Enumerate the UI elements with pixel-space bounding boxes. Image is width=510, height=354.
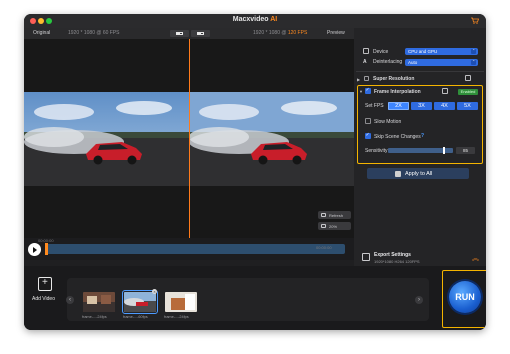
- preview-resolution-text: 1920 * 1080 @: [253, 30, 287, 36]
- play-button[interactable]: [28, 243, 41, 256]
- app-window: Macxvideo AI Original 1920 * 1080 @ 60 F…: [24, 14, 486, 330]
- video-thumbnails: ‹ frame-...-24fps × frame-...-60fps fram…: [66, 278, 429, 321]
- frame-interpolation-checkbox[interactable]: [365, 87, 371, 94]
- zoom-icon: [321, 224, 326, 228]
- cart-icon[interactable]: [471, 17, 479, 24]
- export-settings[interactable]: Export Settings 1920*1080 H264 120FPS ︽: [354, 250, 486, 266]
- export-settings-summary: 1920*1080 H264 120FPS: [374, 259, 420, 264]
- add-video-label: Add Video: [32, 296, 55, 302]
- thumbnail-image: [124, 292, 156, 312]
- video-thumbnail[interactable]: [165, 292, 197, 312]
- refresh-icon: [321, 213, 326, 217]
- apply-to-all-button[interactable]: Apply to All: [367, 168, 469, 179]
- sensitivity-slider-knob[interactable]: [443, 147, 446, 154]
- video-preview: Refresh 20%: [24, 39, 354, 252]
- preview-fps: 120 FPS: [287, 30, 308, 36]
- preview-header: Original 1920 * 1080 @ 60 FPS 1920 * 108…: [24, 28, 354, 39]
- super-resolution-label: Super Resolution: [373, 76, 415, 82]
- skip-scene-checkbox[interactable]: [365, 132, 371, 139]
- device-value: CPU and GPU: [408, 49, 438, 54]
- run-button[interactable]: RUN: [449, 281, 481, 313]
- preview-label: Preview: [327, 30, 345, 36]
- deinterlacing-label: Deinterlacing: [373, 59, 403, 65]
- timeline-track[interactable]: [45, 243, 345, 255]
- set-fps-label: Set FPS: [365, 103, 384, 109]
- add-video-button[interactable]: Add Video: [32, 277, 60, 309]
- original-label: Original: [33, 30, 51, 36]
- sensitivity-label: Sensitivity: [365, 148, 388, 154]
- chevron-down-icon: [471, 48, 476, 54]
- deinterlacing-icon: A: [363, 59, 367, 65]
- original-frame: [24, 92, 189, 186]
- zoom-label: 20%: [329, 224, 338, 229]
- end-time: 00:00:00: [316, 245, 332, 250]
- compare-divider-handle[interactable]: [189, 39, 190, 252]
- slow-motion-checkbox[interactable]: [365, 118, 371, 124]
- frame-interpolation-section: ▼ Frame Interpolation Enabled Set FPS 2X…: [357, 85, 483, 164]
- preview-resolution: 1920 * 1080 @ 120 FPS: [253, 30, 307, 36]
- app-title-accent: AI: [270, 16, 278, 23]
- apply-to-all-label: Apply to All: [405, 170, 433, 177]
- refresh-button[interactable]: Refresh: [318, 211, 351, 219]
- title-bar: Macxvideo AI: [24, 14, 486, 28]
- deinterlacing-value: Auto: [408, 60, 418, 65]
- thumbnail-label: frame-...-24fps: [164, 315, 189, 319]
- thumbnail-label: frame-...-24fps: [82, 315, 107, 319]
- fps-3x-button[interactable]: 3X: [411, 102, 432, 110]
- side-view-icon: [197, 32, 204, 35]
- thumbnail-image: [165, 292, 197, 312]
- copy-icon[interactable]: [442, 88, 448, 94]
- fps-4x-button[interactable]: 4X: [434, 102, 455, 110]
- video-frame-image: [24, 92, 189, 186]
- playhead-handle[interactable]: [45, 243, 48, 255]
- chevron-down-icon: [471, 59, 476, 65]
- chevron-up-icon[interactable]: ︽: [472, 253, 479, 263]
- expand-arrow-icon[interactable]: ▶: [357, 77, 360, 82]
- enabled-badge: Enabled: [458, 89, 478, 95]
- run-section: RUN: [442, 270, 486, 328]
- refresh-label: Refresh: [329, 213, 344, 218]
- original-resolution: 1920 * 1080 @ 60 FPS: [68, 30, 120, 36]
- zoom-button[interactable]: 20%: [318, 222, 351, 230]
- divider: [356, 71, 484, 72]
- app-title: Macxvideo AI: [24, 16, 486, 23]
- settings-panel: Device CPU and GPU A Deinterlacing Auto …: [354, 28, 486, 266]
- scroll-right-button[interactable]: ›: [415, 296, 423, 304]
- deinterlacing-select[interactable]: Auto: [405, 59, 478, 66]
- skip-scene-label: Skip Scene Changes: [374, 134, 421, 140]
- frame-interpolation-label: Frame Interpolation: [374, 89, 421, 95]
- add-video-icon: [38, 277, 52, 291]
- collapse-arrow-icon[interactable]: ▼: [359, 89, 363, 94]
- video-list-bar: Add Video ‹ frame-...-24fps × frame-...-…: [24, 266, 486, 330]
- fps-5x-button[interactable]: 5X: [457, 102, 478, 110]
- sensitivity-slider[interactable]: [388, 147, 453, 154]
- export-settings-title: Export Settings: [374, 252, 411, 258]
- remove-video-button[interactable]: ×: [152, 289, 157, 294]
- slow-motion-label: Slow Motion: [374, 119, 402, 125]
- apply-icon: [395, 170, 401, 177]
- device-icon: [363, 48, 369, 54]
- thumbnail-label: frame-...-60fps: [123, 315, 148, 319]
- video-frame-image: [189, 92, 354, 186]
- super-resolution-edit-icon[interactable]: [465, 75, 471, 81]
- split-view-icon: [176, 32, 183, 35]
- timeline: 00:00:00 00:00:00: [24, 238, 354, 260]
- sensitivity-value[interactable]: 85: [456, 147, 475, 154]
- interpolated-frame: [189, 92, 354, 186]
- scroll-left-button[interactable]: ‹: [66, 296, 74, 304]
- help-icon[interactable]: ?: [421, 133, 424, 139]
- split-view-button[interactable]: [170, 30, 189, 37]
- video-thumbnail-selected[interactable]: [122, 290, 158, 314]
- app-title-text: Macxvideo: [232, 16, 269, 23]
- thumbnail-image: [83, 292, 115, 312]
- side-view-button[interactable]: [191, 30, 210, 37]
- super-resolution-checkbox[interactable]: [364, 76, 369, 81]
- device-label: Device: [373, 49, 389, 55]
- view-mode-toggle: [170, 30, 210, 37]
- device-select[interactable]: CPU and GPU: [405, 48, 478, 55]
- video-thumbnail[interactable]: [83, 292, 115, 312]
- fps-2x-button[interactable]: 2X: [388, 102, 409, 110]
- export-settings-icon: [362, 253, 370, 261]
